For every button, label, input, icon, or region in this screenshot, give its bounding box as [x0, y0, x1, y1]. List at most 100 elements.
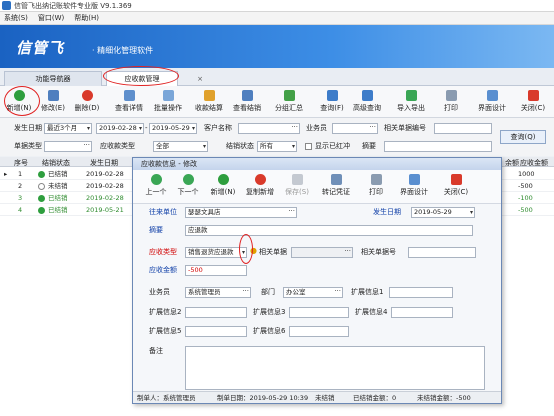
staff-browse-icon[interactable]: ···: [369, 124, 376, 132]
view-detail-icon: [123, 90, 135, 101]
ext2-label: 扩展信息2: [149, 308, 182, 316]
ext1-field[interactable]: [389, 287, 453, 298]
view-detail-button[interactable]: 查看详情: [112, 90, 146, 116]
settled-dot-icon: [38, 195, 45, 202]
settle-status-select[interactable]: 所有: [257, 141, 297, 152]
amount-field[interactable]: -500: [185, 265, 247, 276]
delete-icon: [81, 90, 93, 101]
date-separator: -: [145, 124, 148, 132]
partner-label: 往来单位: [149, 208, 177, 216]
date-from-input[interactable]: 2019-02-28: [96, 123, 144, 134]
ext3-field[interactable]: [289, 307, 349, 318]
menu-system[interactable]: 系统(S): [4, 13, 28, 23]
made-time-text: 制单日期：2019-05-29 10:39: [217, 394, 309, 402]
col-amount: 应收金额: [520, 159, 548, 167]
dialog-add-button[interactable]: 新增(N): [209, 174, 237, 197]
close-tab-icon[interactable]: ×: [197, 72, 203, 86]
receivable-type-select[interactable]: 全部: [153, 141, 208, 152]
delete-button[interactable]: 删除(D): [72, 90, 102, 116]
row-status: 已结销: [48, 194, 68, 202]
layout-design-icon: [486, 90, 498, 101]
row-date: 2019-02-28: [86, 170, 124, 178]
related-no-field[interactable]: [408, 247, 476, 258]
close-icon: [450, 174, 462, 185]
dept-field[interactable]: 办公室 ···: [283, 287, 343, 298]
summary-field[interactable]: 应退款: [185, 225, 473, 236]
ext4-label: 扩展信息4: [355, 308, 388, 316]
copy-add-icon: [254, 174, 266, 185]
type-select[interactable]: 销售退货应退款: [185, 247, 247, 258]
customer-browse-icon[interactable]: ···: [291, 124, 298, 132]
next-button[interactable]: 下一个: [175, 174, 201, 197]
import-export-button[interactable]: 导入导出: [393, 90, 429, 116]
menu-window[interactable]: 窗口(W): [38, 13, 64, 23]
row-pointer-icon: ▸: [4, 170, 8, 178]
staff-field[interactable]: 系统管理员 ···: [185, 287, 251, 298]
edit-button[interactable]: 修改(E): [40, 90, 66, 116]
receivable-edit-dialog: 应收款信息 - 修改 上一个 下一个 新增(N) 复制新增 保存(S) 转记凭证…: [132, 157, 502, 404]
query-icon: [326, 90, 338, 101]
related-no-input[interactable]: [434, 123, 492, 134]
receivable-type-label: 应收款类型: [100, 142, 135, 150]
row-date: 2019-02-28: [86, 182, 124, 190]
state-text: 未结销: [315, 394, 335, 402]
dialog-layout-button[interactable]: 界面设计: [397, 174, 431, 197]
date-to-input[interactable]: 2019-05-29: [149, 123, 197, 134]
row-status: 已结销: [48, 206, 68, 214]
staff-input[interactable]: ···: [332, 123, 378, 134]
save-icon: [291, 174, 303, 185]
remark-label: 备注: [149, 347, 163, 355]
tab-function-navigator[interactable]: 功能导航器: [4, 71, 102, 86]
highlight-ring-tab: [103, 66, 179, 86]
related-label: 相关单据: [259, 248, 287, 256]
group-summary-button[interactable]: 分组汇总: [271, 90, 307, 116]
bill-type-browse-icon[interactable]: ···: [83, 142, 90, 150]
related-field[interactable]: ···: [291, 247, 353, 258]
show-red-checkbox[interactable]: [305, 143, 312, 150]
voucher-button[interactable]: 转记凭证: [319, 174, 353, 197]
row-date: 2019-05-21: [86, 206, 124, 214]
print-button[interactable]: 打印: [440, 90, 462, 116]
ext4-field[interactable]: [391, 307, 453, 318]
query-button[interactable]: 查询(F): [318, 90, 346, 116]
dialog-print-button[interactable]: 打印: [365, 174, 387, 197]
staff-field-browse-icon[interactable]: ···: [242, 288, 249, 296]
ext2-field[interactable]: [185, 307, 247, 318]
summary-input[interactable]: [384, 141, 492, 152]
highlight-ring-add: [4, 86, 40, 116]
advanced-query-button[interactable]: 高级查询: [350, 90, 384, 116]
remark-field[interactable]: [185, 346, 485, 390]
save-button[interactable]: 保存(S): [283, 174, 311, 197]
bill-type-input[interactable]: ···: [44, 141, 92, 152]
ext6-field[interactable]: [289, 326, 349, 337]
related-browse-icon[interactable]: ···: [344, 248, 351, 256]
menu-help[interactable]: 帮助(H): [74, 13, 99, 23]
copy-add-button[interactable]: 复制新增: [243, 174, 277, 197]
layout-design-button[interactable]: 界面设计: [475, 90, 509, 116]
row-amount: -100: [518, 194, 533, 202]
partner-field[interactable]: 瑟瑟文具店 ···: [185, 207, 297, 218]
view-settled-button[interactable]: 查看结销: [230, 90, 264, 116]
ext5-field[interactable]: [185, 326, 247, 337]
batch-button[interactable]: 批量操作: [151, 90, 185, 116]
tab-bar: 功能导航器 应收款管理 ×: [0, 68, 554, 86]
date-range-select[interactable]: 最近3个月: [44, 123, 92, 134]
unsettled-dot-icon: [38, 183, 45, 190]
col-status: 结销状态: [42, 159, 70, 167]
col-date: 发生日期: [90, 159, 118, 167]
related-no-label: 相关单据编号: [384, 124, 426, 132]
prev-button[interactable]: 上一个: [143, 174, 169, 197]
settled-dot-icon: [38, 207, 45, 214]
dialog-close-button[interactable]: 关闭(C): [441, 174, 471, 197]
advanced-query-icon: [361, 90, 373, 101]
search-button[interactable]: 查询(Q): [500, 130, 546, 144]
ext3-label: 扩展信息3: [253, 308, 286, 316]
dept-browse-icon[interactable]: ···: [334, 288, 341, 296]
close-button[interactable]: 关闭(C): [518, 90, 548, 116]
settle-button[interactable]: 收款结算: [192, 90, 226, 116]
row-no: 3: [18, 194, 23, 202]
date-field[interactable]: 2019-05-29: [411, 207, 475, 218]
partner-browse-icon[interactable]: ···: [288, 208, 295, 216]
staff-field-label: 业务员: [149, 288, 170, 296]
customer-input[interactable]: ···: [238, 123, 300, 134]
